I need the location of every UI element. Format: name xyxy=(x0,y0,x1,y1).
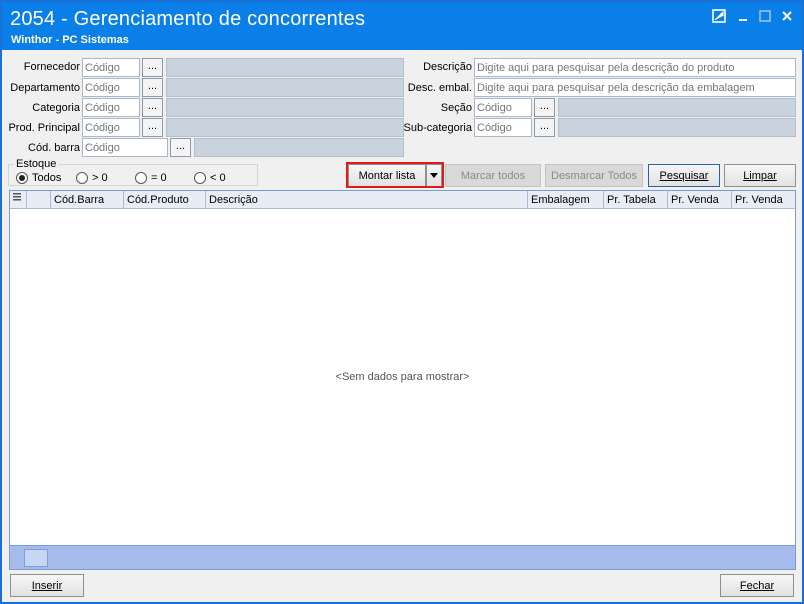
cod-barra-label: Cód. barra xyxy=(28,142,80,154)
estoque-radio-label: > 0 xyxy=(92,172,108,184)
estoque-radio-label: = 0 xyxy=(151,172,167,184)
fornecedor-label: Fornecedor xyxy=(23,61,80,73)
column-header-pr-venda-2[interactable]: Pr. Venda xyxy=(731,191,795,209)
window-subtitle: Winthor - PC Sistemas xyxy=(11,34,129,46)
departamento-description-field xyxy=(166,78,404,97)
grid-empty-message: <Sem dados para mostrar> xyxy=(335,371,470,383)
categoria-description-field xyxy=(166,98,404,117)
secao-code-input[interactable] xyxy=(474,98,532,117)
estoque-radio-less-zero[interactable]: < 0 xyxy=(194,172,226,184)
departamento-label: Departamento xyxy=(10,82,80,94)
desmarcar-todos-button[interactable]: Desmarcar Todos xyxy=(545,164,643,187)
prod-principal-lookup-button[interactable]: ... xyxy=(142,118,163,137)
column-header-pr-venda[interactable]: Pr. Venda xyxy=(667,191,731,209)
estoque-radio-equal-zero[interactable]: = 0 xyxy=(135,172,167,184)
estoque-radio-label: < 0 xyxy=(210,172,226,184)
limpar-button[interactable]: Limpar xyxy=(724,164,796,187)
close-icon[interactable] xyxy=(780,9,798,25)
fornecedor-lookup-button[interactable]: ... xyxy=(142,58,163,77)
sub-categoria-label: Sub-categoria xyxy=(403,122,473,134)
grid-footer xyxy=(10,545,795,569)
cod-barra-description-field xyxy=(194,138,404,157)
pesquisar-button[interactable]: Pesquisar xyxy=(648,164,720,187)
radio-checked-icon xyxy=(16,172,28,184)
radio-unchecked-icon xyxy=(194,172,206,184)
categoria-lookup-button[interactable]: ... xyxy=(142,98,163,117)
montar-lista-highlight-box xyxy=(346,162,444,188)
column-chooser-icon[interactable] xyxy=(10,191,26,209)
marcar-todos-button[interactable]: Marcar todos xyxy=(445,164,541,187)
descricao-search-input[interactable] xyxy=(474,58,796,77)
cod-barra-input[interactable] xyxy=(82,138,168,157)
desc-embal-search-input[interactable] xyxy=(474,78,796,97)
inserir-label: Inserir xyxy=(31,579,63,592)
categoria-code-input[interactable] xyxy=(82,98,140,117)
desc-embal-label: Desc. embal. xyxy=(407,82,472,94)
column-header-cod-produto[interactable]: Cód.Produto xyxy=(123,191,205,209)
app-window: 2054 - Gerenciamento de concorrentes Win… xyxy=(0,0,804,604)
minimize-icon[interactable] xyxy=(736,9,754,25)
inserir-button[interactable]: Inserir xyxy=(10,574,84,597)
desmarcar-todos-label: Desmarcar Todos xyxy=(551,169,637,182)
prod-principal-code-input[interactable] xyxy=(82,118,140,137)
bottom-bar: Inserir Fechar xyxy=(2,572,802,602)
sub-categoria-code-input[interactable] xyxy=(474,118,532,137)
results-grid[interactable]: Cód.Barra Cód.Produto Descrição Embalage… xyxy=(9,190,796,570)
estoque-radio-greater-zero[interactable]: > 0 xyxy=(76,172,108,184)
sub-categoria-lookup-button[interactable]: ... xyxy=(534,118,555,137)
grid-header: Cód.Barra Cód.Produto Descrição Embalage… xyxy=(10,191,795,209)
secao-description-field xyxy=(558,98,796,117)
prod-principal-description-field xyxy=(166,118,404,137)
categoria-label: Categoria xyxy=(32,102,80,114)
sub-categoria-description-field xyxy=(558,118,796,137)
prod-principal-label: Prod. Principal xyxy=(8,122,80,134)
estoque-radio-todos[interactable]: Todos xyxy=(16,172,61,184)
departamento-lookup-button[interactable]: ... xyxy=(142,78,163,97)
fechar-label: Fechar xyxy=(739,579,775,592)
descricao-label: Descrição xyxy=(423,61,472,73)
estoque-group-title: Estoque xyxy=(14,158,59,170)
column-header-descricao[interactable]: Descrição xyxy=(205,191,527,209)
cod-barra-lookup-button[interactable]: ... xyxy=(170,138,191,157)
fornecedor-code-input[interactable] xyxy=(82,58,140,77)
column-header-embalagem[interactable]: Embalagem xyxy=(527,191,603,209)
title-bar: 2054 - Gerenciamento de concorrentes Win… xyxy=(2,2,802,50)
estoque-radio-label: Todos xyxy=(32,172,62,184)
grid-check-column[interactable] xyxy=(26,191,50,209)
marcar-todos-label: Marcar todos xyxy=(460,169,526,182)
radio-unchecked-icon xyxy=(76,172,88,184)
secao-label: Seção xyxy=(440,102,472,114)
radio-unchecked-icon xyxy=(135,172,147,184)
fornecedor-description-field xyxy=(166,58,404,77)
departamento-code-input[interactable] xyxy=(82,78,140,97)
window-title: 2054 - Gerenciamento de concorrentes xyxy=(10,8,366,30)
column-header-cod-barra[interactable]: Cód.Barra xyxy=(50,191,123,209)
grid-footer-cell[interactable] xyxy=(24,549,48,567)
restore-icon[interactable] xyxy=(712,9,730,25)
limpar-label: Limpar xyxy=(743,169,777,182)
maximize-icon[interactable] xyxy=(758,9,776,25)
secao-lookup-button[interactable]: ... xyxy=(534,98,555,117)
fechar-button[interactable]: Fechar xyxy=(720,574,794,597)
column-header-pr-tabela[interactable]: Pr. Tabela xyxy=(603,191,667,209)
pesquisar-label: Pesquisar xyxy=(659,169,709,182)
